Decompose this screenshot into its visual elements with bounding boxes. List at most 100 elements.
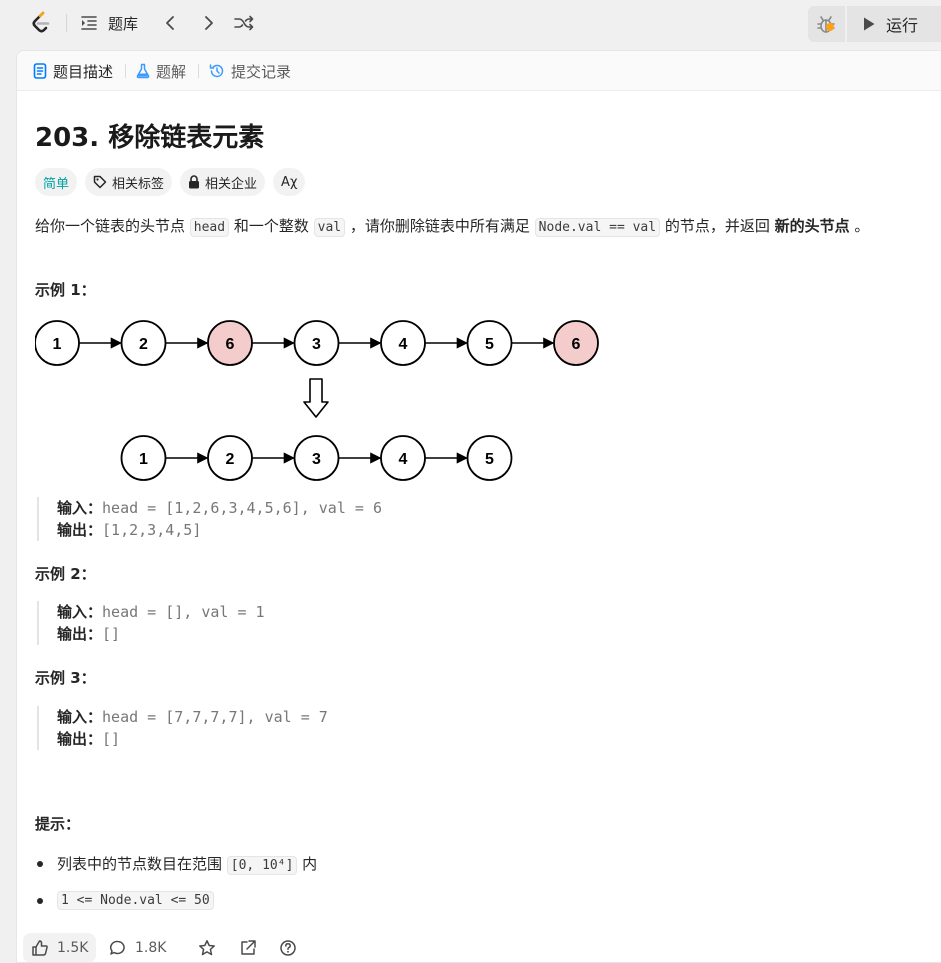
tab-divider bbox=[125, 64, 126, 78]
output-label: 输出： bbox=[57, 730, 103, 748]
favorite-button[interactable] bbox=[198, 933, 216, 962]
document-icon bbox=[33, 63, 47, 79]
example-1-heading: 示例 1： bbox=[35, 281, 96, 299]
panel-tab-bar: 题目描述 题解 提交记录 bbox=[17, 51, 941, 91]
chevron-left-icon bbox=[166, 16, 174, 30]
problem-panel: 题目描述 题解 提交记录 203. 移除链表元素 简单 相关标签 相关企业 Aχ… bbox=[16, 50, 941, 963]
tab-solutions-label: 题解 bbox=[156, 62, 187, 81]
hint-text: 列表中的节点数目在范围 bbox=[57, 855, 227, 873]
next-problem-button[interactable] bbox=[197, 11, 221, 35]
difficulty-label: 简单 bbox=[43, 176, 70, 192]
inline-code: [0, 10⁴] bbox=[226, 856, 298, 875]
description-text: 给你一个链表的头节点 bbox=[35, 217, 190, 235]
share-button[interactable] bbox=[239, 933, 257, 962]
hint-item: 1 <= Node.val <= 50 bbox=[35, 891, 214, 910]
input-label: 输入： bbox=[57, 499, 103, 517]
description-text: 的节点，并返回 bbox=[660, 217, 775, 235]
tab-description[interactable]: 题目描述 bbox=[33, 60, 113, 82]
help-button[interactable] bbox=[279, 933, 297, 962]
hints-heading: 提示： bbox=[35, 815, 81, 833]
run-group-divider bbox=[845, 6, 847, 42]
description-text: 和一个整数 bbox=[229, 217, 314, 235]
tab-solutions[interactable]: 题解 bbox=[136, 60, 186, 82]
linked-list-diagram: 1 2 6 3 4 5 6 1 2 3 4 5 bbox=[35, 320, 599, 481]
hint-item: 列表中的节点数目在范围 [0, 10⁴] 内 bbox=[35, 853, 318, 875]
panel-footer: 1.5K 1.8K bbox=[17, 933, 941, 962]
related-tags-button[interactable]: 相关标签 bbox=[85, 168, 173, 196]
translate-button[interactable]: Aχ bbox=[273, 168, 306, 196]
related-companies-button[interactable]: 相关企业 bbox=[180, 168, 266, 196]
node-value: 1 bbox=[139, 451, 148, 468]
tab-divider bbox=[198, 64, 199, 78]
bug-icon bbox=[817, 16, 835, 33]
comment-count: 1.8K bbox=[135, 940, 167, 956]
example-2-heading: 示例 2： bbox=[35, 565, 96, 583]
example-output-row: 输出：[] bbox=[57, 728, 328, 750]
output-value: [] bbox=[102, 625, 121, 643]
problem-list-button[interactable]: 题库 bbox=[80, 11, 138, 35]
star-icon bbox=[199, 940, 215, 956]
shuffle-icon bbox=[234, 15, 254, 31]
node-value: 4 bbox=[399, 451, 408, 468]
question-icon bbox=[280, 940, 296, 956]
lock-icon bbox=[189, 175, 200, 189]
like-button[interactable]: 1.5K bbox=[23, 933, 97, 962]
node-value: 1 bbox=[53, 336, 62, 353]
difficulty-badge: 简单 bbox=[35, 168, 78, 196]
page-title: 203. 移除链表元素 bbox=[35, 123, 265, 153]
problem-tags: 简单 相关标签 相关企业 Aχ bbox=[35, 168, 306, 196]
prev-problem-button[interactable] bbox=[158, 11, 182, 35]
bullet bbox=[37, 860, 43, 867]
comment-icon bbox=[110, 940, 125, 955]
comments-button[interactable]: 1.8K bbox=[109, 933, 167, 962]
input-value: head = [1,2,6,3,4,5,6], val = 6 bbox=[102, 499, 382, 517]
run-button[interactable]: 运行 bbox=[854, 6, 918, 42]
node-value: 5 bbox=[485, 336, 494, 353]
thumbs-up-icon bbox=[32, 940, 48, 956]
output-value: [1,2,3,4,5] bbox=[102, 521, 202, 539]
example-input-row: 输入：head = [1,2,6,3,4,5,6], val = 6 bbox=[57, 497, 382, 519]
leetcode-logo-icon[interactable] bbox=[28, 10, 54, 36]
example-output-row: 输出：[1,2,3,4,5] bbox=[57, 519, 382, 541]
tab-description-label: 题目描述 bbox=[53, 62, 114, 81]
example-1-block: 输入：head = [1,2,6,3,4,5,6], val = 6 输出：[1… bbox=[37, 497, 382, 541]
history-icon bbox=[209, 64, 224, 78]
translate-icon: Aχ bbox=[281, 174, 298, 190]
play-icon bbox=[864, 17, 875, 31]
node-value: 2 bbox=[139, 336, 148, 353]
transform-arrow-icon bbox=[303, 378, 329, 418]
node-value: 4 bbox=[399, 336, 408, 353]
input-label: 输入： bbox=[57, 603, 103, 621]
hint-text: 内 bbox=[297, 855, 318, 873]
debug-button[interactable] bbox=[808, 6, 844, 42]
output-value: [] bbox=[102, 730, 121, 748]
problem-description: 给你一个链表的头节点 head 和一个整数 val ，请你删除链表中所有满足 N… bbox=[35, 213, 935, 241]
example-output-row: 输出：[] bbox=[57, 623, 265, 645]
random-problem-button[interactable] bbox=[232, 11, 256, 35]
example-input-row: 输入：head = [], val = 1 bbox=[57, 601, 265, 623]
related-tags-label: 相关标签 bbox=[112, 176, 165, 192]
description-text: ，请你删除链表中所有满足 bbox=[345, 217, 535, 235]
output-label: 输出： bbox=[57, 521, 103, 539]
chevron-right-icon bbox=[205, 16, 213, 30]
run-button-label: 运行 bbox=[886, 16, 919, 35]
inline-code: val bbox=[313, 218, 346, 237]
tab-submissions[interactable]: 提交记录 bbox=[209, 60, 291, 82]
run-button-group: 运行 bbox=[808, 6, 941, 42]
share-icon bbox=[241, 940, 256, 955]
description-text: 。 bbox=[849, 217, 870, 235]
output-label: 输出： bbox=[57, 625, 103, 643]
example-3-heading: 示例 3： bbox=[35, 669, 96, 687]
nav-divider bbox=[66, 14, 67, 32]
related-companies-label: 相关企业 bbox=[205, 176, 258, 192]
node-value: 6 bbox=[572, 336, 581, 353]
tab-submissions-label: 提交记录 bbox=[231, 62, 292, 81]
node-value: 6 bbox=[226, 336, 235, 353]
bullet bbox=[37, 897, 43, 904]
tag-icon bbox=[93, 175, 107, 189]
list-icon bbox=[81, 16, 97, 30]
like-count: 1.5K bbox=[57, 940, 89, 956]
node-value: 3 bbox=[312, 451, 321, 468]
inline-code: Node.val == val bbox=[534, 218, 661, 237]
node-value: 3 bbox=[312, 336, 321, 353]
